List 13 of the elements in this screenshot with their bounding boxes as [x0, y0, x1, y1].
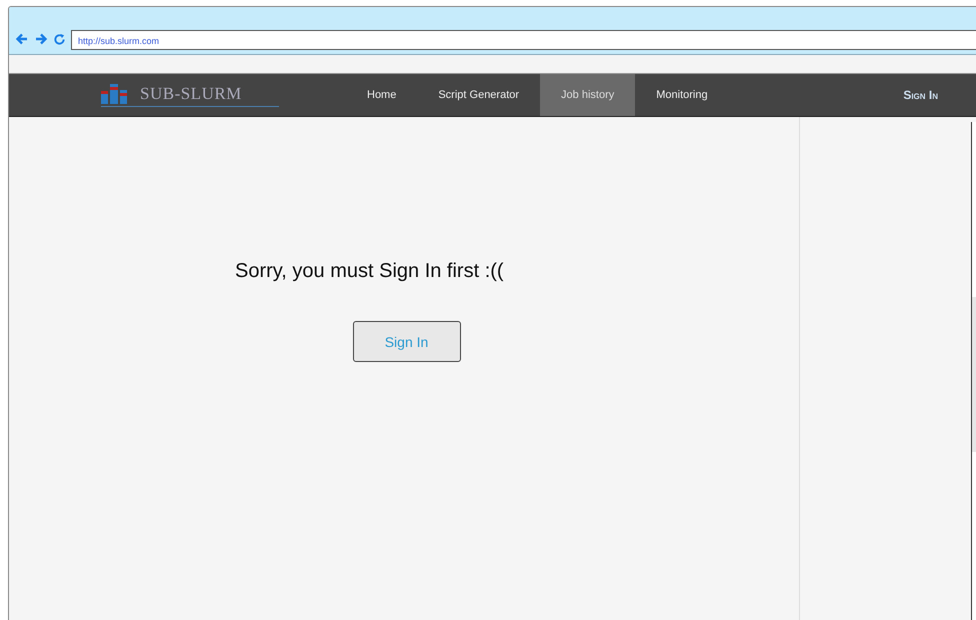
address-bar[interactable]: http://sub.slurm.com [71, 30, 976, 50]
message-text: Sorry, you must Sign In first :(( [235, 260, 504, 283]
forward-icon[interactable] [34, 32, 48, 46]
nav-tab[interactable]: Script Generator [417, 74, 540, 116]
logo-text: SUB-SLURM [140, 84, 242, 104]
nav-tab[interactable]: Job history [540, 74, 636, 116]
nav-tab[interactable]: Home [346, 74, 418, 116]
nav-tab[interactable]: Monitoring [635, 74, 729, 116]
back-icon[interactable] [15, 32, 29, 46]
logo-icon [101, 84, 128, 104]
scrollbar[interactable] [971, 122, 976, 620]
sign-in-link[interactable]: Sign In [897, 74, 944, 116]
reload-icon[interactable] [53, 32, 66, 46]
